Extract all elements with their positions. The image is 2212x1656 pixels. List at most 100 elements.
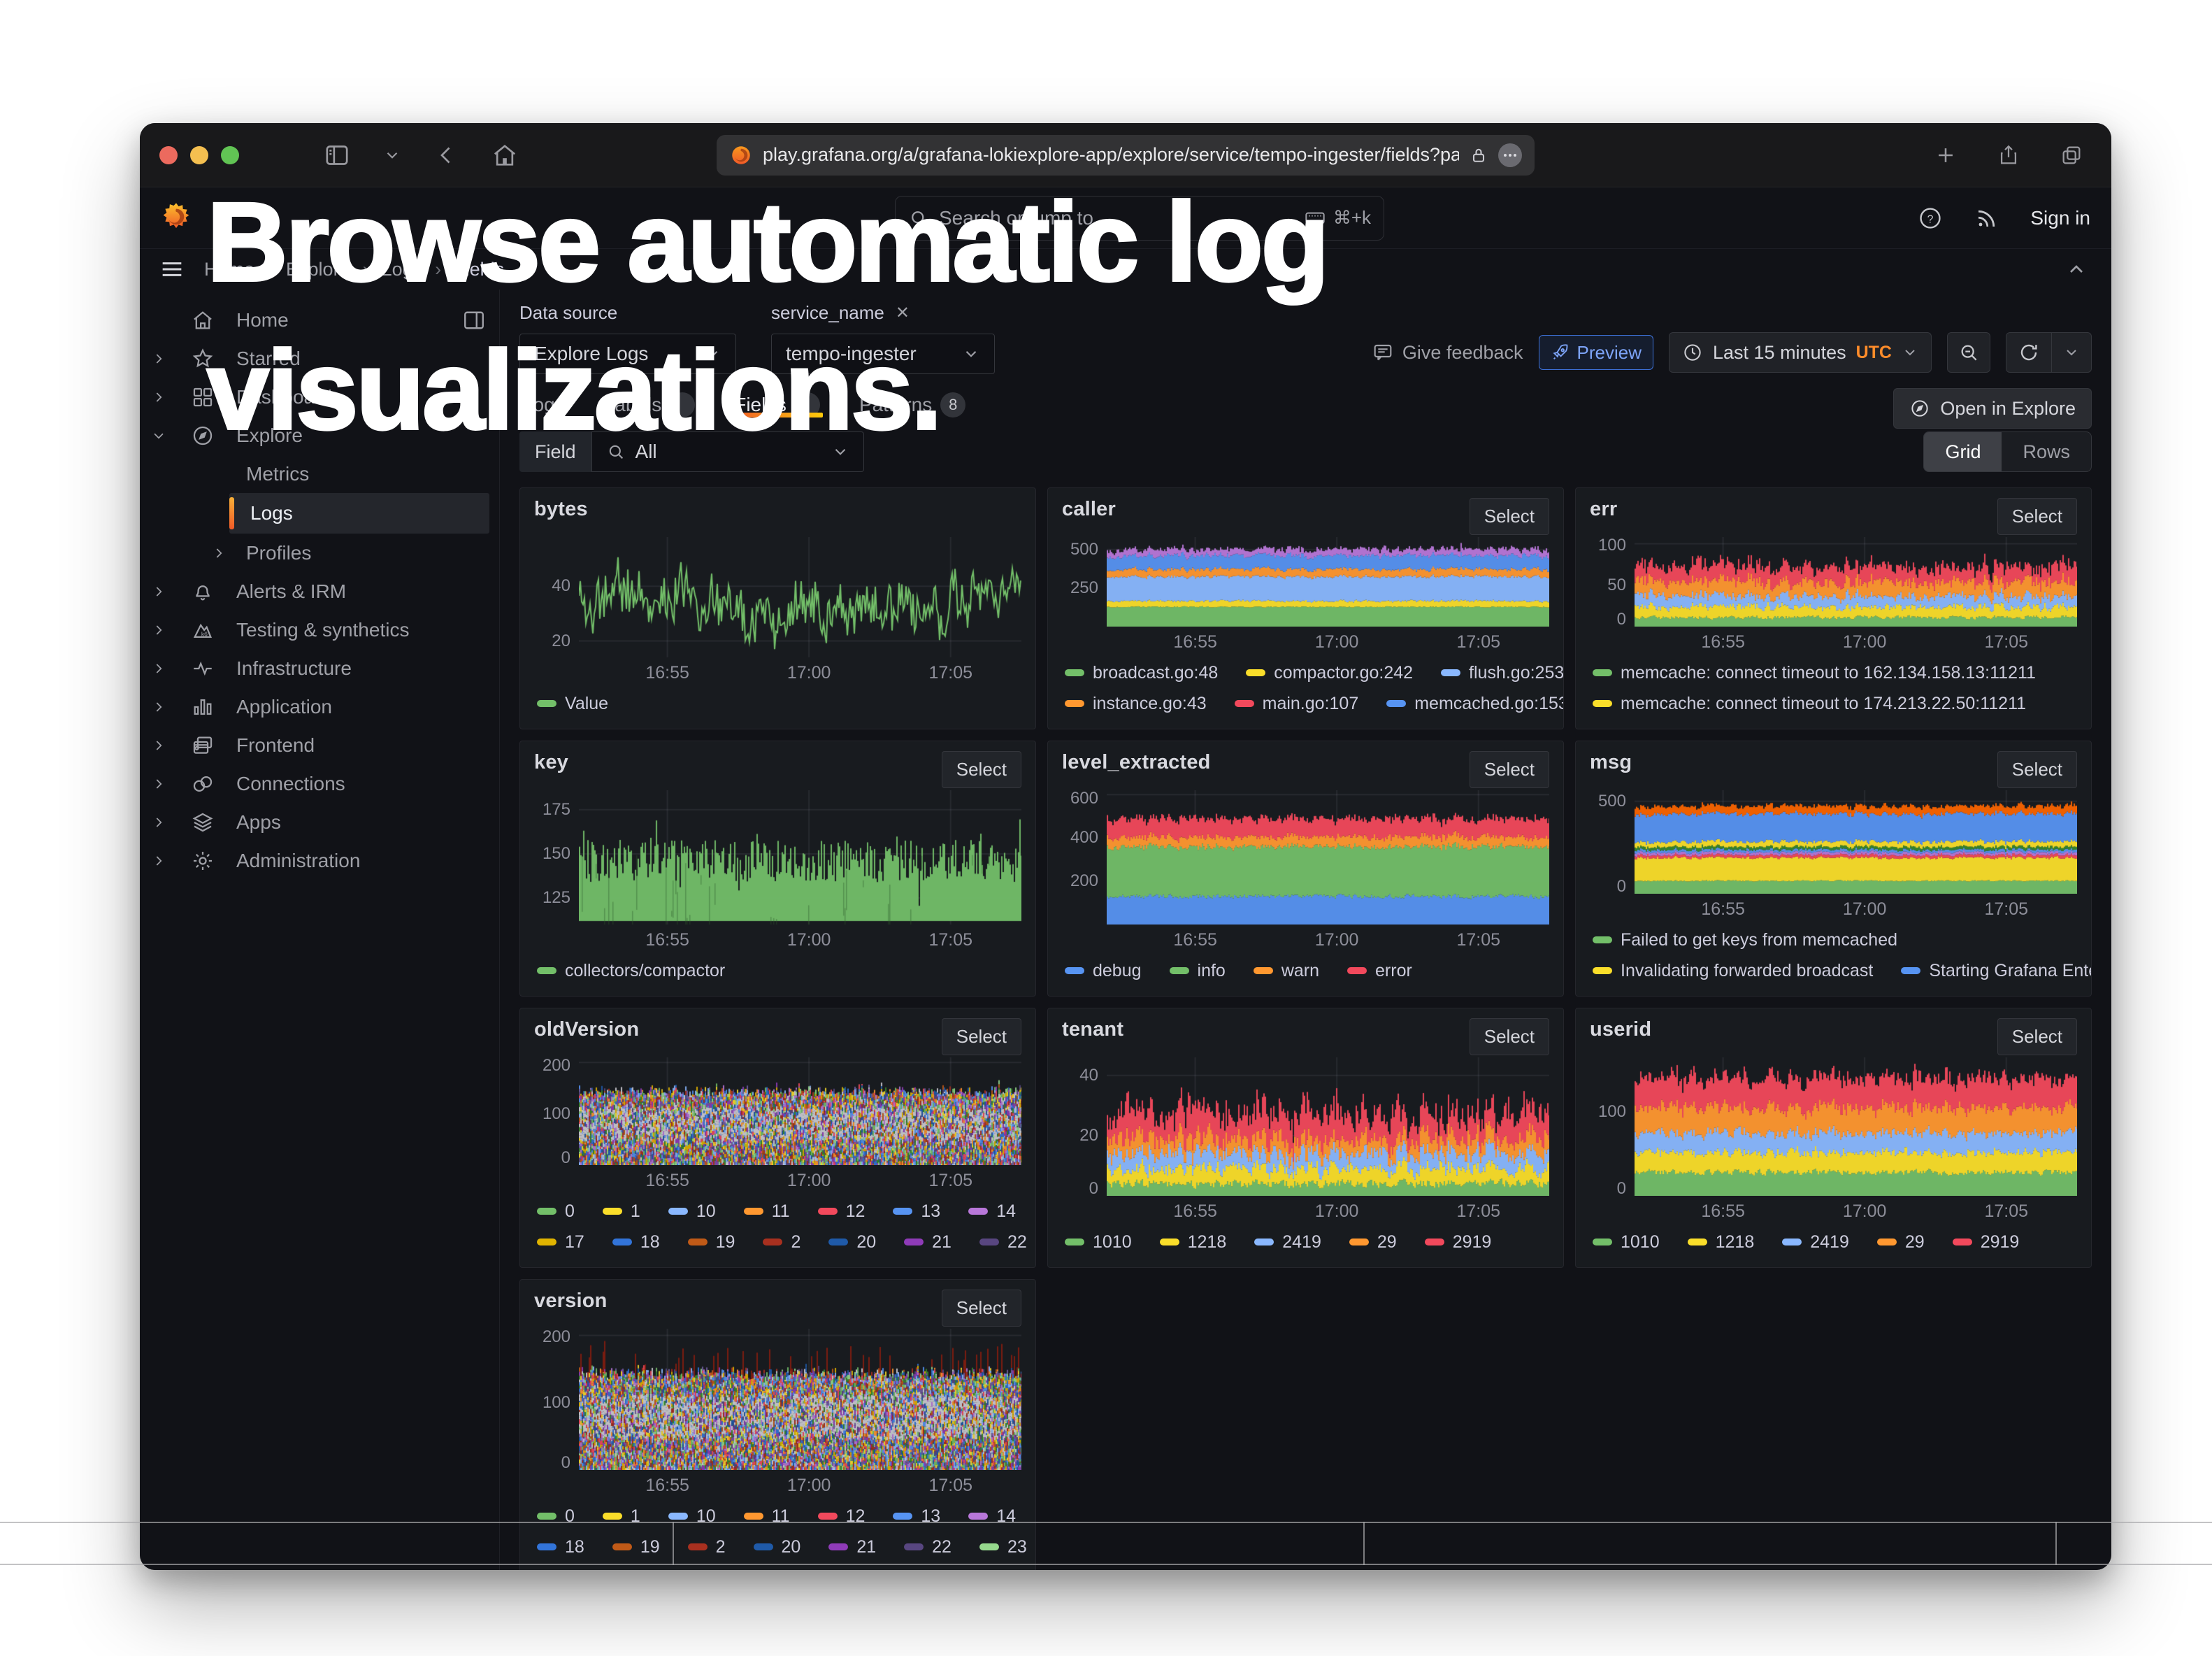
- legend-item[interactable]: 22: [904, 1537, 951, 1557]
- refresh-button-group[interactable]: [2006, 332, 2092, 373]
- legend-item[interactable]: memcached.go:153: [1386, 694, 1564, 714]
- sidebar-item-administration[interactable]: Administration: [140, 841, 499, 880]
- breadcrumb[interactable]: Home›Explore›Logs›Fields: [204, 259, 504, 280]
- legend-item[interactable]: 1218: [1160, 1232, 1227, 1252]
- legend-item[interactable]: error: [1347, 961, 1412, 981]
- select-button[interactable]: Select: [1997, 498, 2077, 535]
- chevron-right-icon[interactable]: [150, 698, 168, 716]
- tab-overview-icon[interactable]: [2060, 143, 2083, 167]
- layout-option-grid[interactable]: Grid: [1924, 432, 2002, 471]
- tab-fields[interactable]: Fields: [731, 392, 823, 417]
- chevron-right-icon[interactable]: [150, 852, 168, 870]
- legend-item[interactable]: 21: [904, 1232, 951, 1252]
- home-browser-icon[interactable]: [491, 141, 519, 169]
- legend-item[interactable]: 2419: [1254, 1232, 1321, 1252]
- layout-toggle[interactable]: GridRows: [1923, 431, 2092, 472]
- legend-item[interactable]: 22: [979, 1232, 1027, 1252]
- legend-item[interactable]: 29: [1877, 1232, 1925, 1252]
- select-button[interactable]: Select: [1997, 751, 2077, 788]
- legend-item[interactable]: 1010: [1065, 1232, 1132, 1252]
- chart-area[interactable]: [1635, 1057, 2077, 1196]
- sidebar-item-alerts-irm[interactable]: Alerts & IRM: [140, 572, 499, 611]
- chevron-right-icon[interactable]: [150, 813, 168, 831]
- sidebar-item-apps[interactable]: Apps: [140, 803, 499, 841]
- sidebar-item-starred[interactable]: Starred: [140, 339, 499, 378]
- breadcrumb-item-fields[interactable]: Fields: [454, 259, 504, 280]
- share-icon[interactable]: [1997, 143, 2020, 167]
- address-bar[interactable]: play.grafana.org/a/grafana-lokiexplore-a…: [717, 135, 1535, 176]
- legend-item[interactable]: 20: [828, 1232, 876, 1252]
- legend-item[interactable]: flush.go:253: [1441, 663, 1564, 683]
- breadcrumb-item-home[interactable]: Home: [204, 259, 254, 280]
- sidebar-item-dashboards[interactable]: Dashboards: [140, 378, 499, 416]
- legend-item[interactable]: 18: [612, 1232, 660, 1252]
- legend-item[interactable]: collectors/compactor: [537, 961, 725, 981]
- chevron-right-icon[interactable]: [210, 544, 228, 562]
- zoom-window-button[interactable]: [221, 146, 239, 164]
- traffic-lights[interactable]: [159, 146, 239, 164]
- new-tab-icon[interactable]: [1934, 143, 1958, 167]
- collapse-section-icon[interactable]: [2065, 258, 2088, 280]
- search-input[interactable]: Search or jump to... ⌘+k: [895, 196, 1384, 241]
- legend-item[interactable]: 23: [979, 1537, 1027, 1557]
- field-filter-select[interactable]: All: [591, 431, 864, 472]
- legend-item[interactable]: 1010: [1593, 1232, 1660, 1252]
- legend-item[interactable]: Invalidating forwarded broadcast: [1593, 961, 1873, 981]
- chart-area[interactable]: [1107, 790, 1549, 925]
- chevron-right-icon[interactable]: [150, 621, 168, 639]
- legend-item[interactable]: 1218: [1688, 1232, 1755, 1252]
- sidebar-item-profiles[interactable]: Profiles: [140, 534, 499, 572]
- sidebar-item-connections[interactable]: Connections: [140, 764, 499, 803]
- legend-item[interactable]: 2419: [1782, 1232, 1849, 1252]
- mega-menu-toggle[interactable]: [158, 255, 186, 283]
- legend-item[interactable]: 11: [744, 1201, 790, 1222]
- select-button[interactable]: Select: [1470, 751, 1549, 788]
- news-rss-icon[interactable]: [1974, 206, 1999, 231]
- legend-item[interactable]: 0: [537, 1201, 575, 1222]
- back-icon[interactable]: [433, 143, 459, 168]
- legend-item[interactable]: 12: [818, 1506, 866, 1527]
- grafana-logo[interactable]: [158, 200, 194, 236]
- chart-area[interactable]: [579, 1329, 1021, 1470]
- legend-item[interactable]: memcache: connect timeout to 162.134.158…: [1593, 663, 2036, 683]
- chevron-right-icon[interactable]: [150, 388, 168, 406]
- chevron-down-icon[interactable]: [150, 427, 168, 445]
- sidebar-item-frontend[interactable]: Frontend: [140, 726, 499, 764]
- select-button[interactable]: Select: [942, 1018, 1021, 1055]
- legend-item[interactable]: 13: [893, 1201, 940, 1222]
- legend-item[interactable]: 1: [603, 1201, 640, 1222]
- refresh-icon[interactable]: [2006, 333, 2051, 372]
- breadcrumb-item-explore[interactable]: Explore: [286, 259, 350, 280]
- legend-item[interactable]: instance.go:43: [1065, 694, 1207, 714]
- legend-item[interactable]: 18: [537, 1537, 584, 1557]
- select-button[interactable]: Select: [942, 751, 1021, 788]
- legend-item[interactable]: 19: [688, 1232, 735, 1252]
- legend-item[interactable]: Value: [537, 694, 608, 714]
- sidebar-item-application[interactable]: Application: [140, 687, 499, 726]
- give-feedback-button[interactable]: Give feedback: [1372, 341, 1523, 364]
- legend-item[interactable]: 10: [668, 1506, 716, 1527]
- legend-item[interactable]: 17: [537, 1232, 584, 1252]
- sidebar-item-metrics[interactable]: Metrics: [140, 455, 499, 493]
- legend-item[interactable]: 2919: [1953, 1232, 2020, 1252]
- legend-item[interactable]: 21: [828, 1537, 876, 1557]
- tab-labels[interactable]: Labels: [601, 392, 698, 417]
- legend-item[interactable]: 19: [612, 1537, 660, 1557]
- legend-item[interactable]: compactor.go:242: [1246, 663, 1413, 683]
- chart-area[interactable]: [1635, 537, 2077, 627]
- legend-item[interactable]: Starting Grafana Enterpri: [1901, 961, 2092, 981]
- chart-area[interactable]: [1107, 1057, 1549, 1196]
- help-icon[interactable]: ?: [1917, 205, 1944, 231]
- legend-item[interactable]: 2: [763, 1232, 800, 1252]
- chevron-right-icon[interactable]: [150, 659, 168, 678]
- select-button[interactable]: Select: [1470, 498, 1549, 535]
- data-source-select[interactable]: Explore Logs: [519, 334, 736, 374]
- chart-area[interactable]: [579, 1057, 1021, 1165]
- browser-sidebar-icon[interactable]: [323, 141, 351, 169]
- legend-item[interactable]: 1: [603, 1506, 640, 1527]
- refresh-interval-chevron[interactable]: [2051, 333, 2091, 372]
- chevron-right-icon[interactable]: [150, 350, 168, 368]
- tab-patterns[interactable]: Patterns8: [856, 392, 968, 417]
- chart-area[interactable]: [1635, 790, 2077, 894]
- legend-item[interactable]: 14: [968, 1506, 1016, 1527]
